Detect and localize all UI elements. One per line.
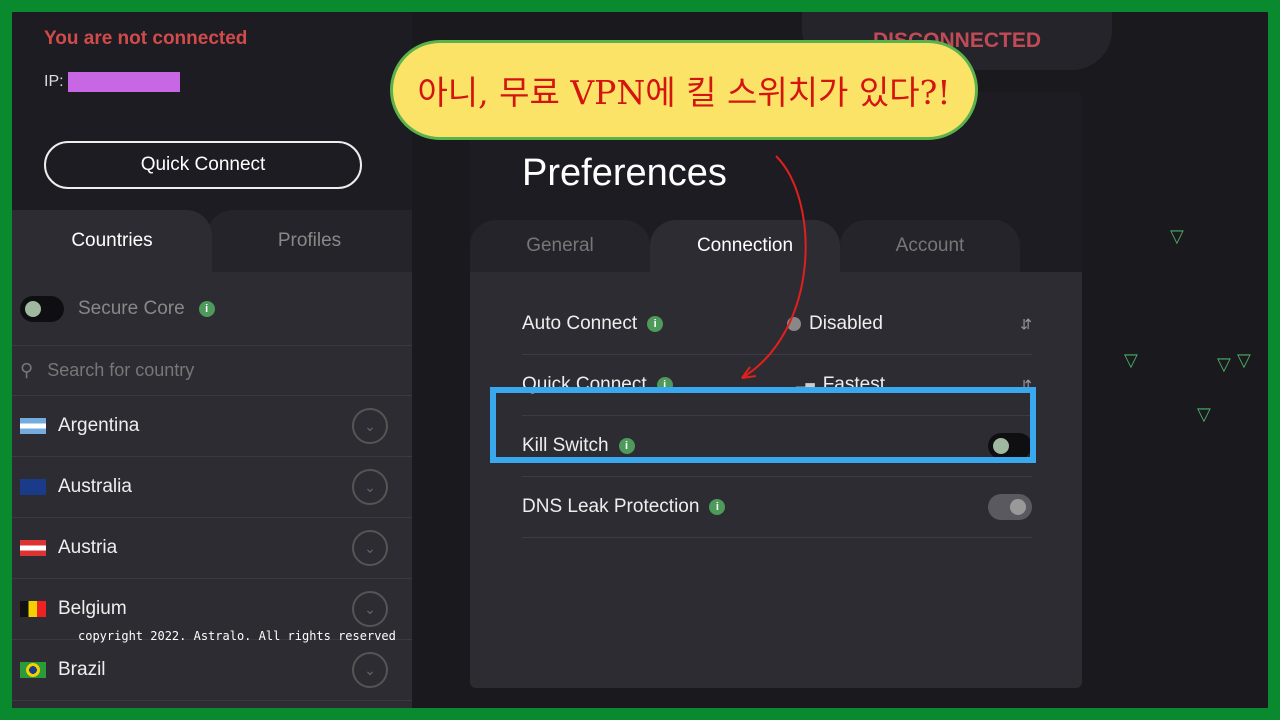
- copyright-text: copyright 2022. Astralo. All rights rese…: [78, 629, 396, 643]
- speech-bubble: 아니, 무료 VPN에 킬 스위치가 있다?!: [390, 40, 978, 140]
